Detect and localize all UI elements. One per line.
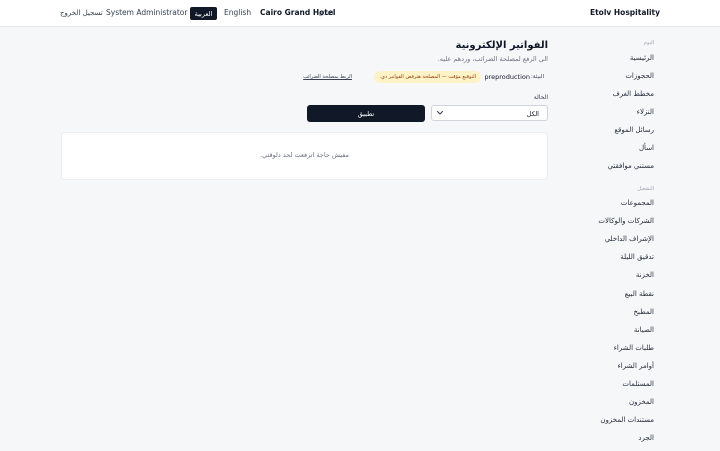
environment-value: preproduction xyxy=(484,73,530,81)
sidebar-item-pos[interactable]: نقطة البيع xyxy=(625,290,654,298)
chevron-down-icon xyxy=(436,110,444,115)
status-filter-select[interactable]: الكل xyxy=(431,105,548,121)
sidebar-section-operations: التشغيل xyxy=(637,186,654,192)
hotel-name[interactable]: Cairo Grand Hotel xyxy=(260,8,336,17)
sidebar-section-today: اليوم xyxy=(643,40,654,46)
status-filter-value: الكل xyxy=(526,110,539,118)
sidebar-item-maintenance[interactable]: الصيانة xyxy=(634,326,654,334)
sidebar-item-purchase-requests[interactable]: طلبات الشراء xyxy=(614,344,654,352)
sidebar-item-guests[interactable]: النزلاء xyxy=(637,108,654,116)
sidebar-item-inventory-documents[interactable]: مستندات المخزون xyxy=(600,416,654,424)
sidebar-item-companies[interactable]: الشركات والوكالات xyxy=(598,217,654,225)
sidebar-item-cashier[interactable]: الخزنة xyxy=(636,271,654,279)
sidebar-item-receipts[interactable]: المستلمات xyxy=(622,380,654,388)
page-title: الفواتير الإلكترونية xyxy=(455,40,548,51)
top-bar: Etolv Hospitality الفندق Cairo Grand Hot… xyxy=(0,0,720,27)
sidebar-item-night-audit[interactable]: تدقيق الليلة xyxy=(620,253,654,261)
warning-badge: التوقيع مؤقت — المصلحة هترفض الفواتير دي… xyxy=(374,71,481,83)
sidebar-item-reservations[interactable]: الحجوزات xyxy=(625,72,654,80)
brand-name[interactable]: Etolv Hospitality xyxy=(590,8,660,17)
sidebar-item-inventory[interactable]: المخزون xyxy=(629,398,654,406)
sidebar: اليوم الرئيسية الحجوزات مخطط الغرف النزل… xyxy=(550,27,660,451)
language-english-button[interactable]: English xyxy=(224,8,251,17)
sidebar-item-kitchen[interactable]: المطبخ xyxy=(634,308,655,316)
main-content: الفواتير الإلكترونية الى الرفع لمصلحة ال… xyxy=(60,27,550,451)
empty-state-card: مفيش حاجة اترفعت لحد دلوقتي. xyxy=(61,132,548,180)
user-name: System Administrator xyxy=(106,8,188,17)
sidebar-item-groups[interactable]: المجموعات xyxy=(621,199,654,207)
environment-label: البيئة: xyxy=(531,74,544,80)
sidebar-item-room-chart[interactable]: مخطط الغرف xyxy=(613,90,654,98)
empty-state-text: مفيش حاجة اترفعت لحد دلوقتي. xyxy=(260,151,349,159)
sidebar-item-site-messages[interactable]: رسائل الموقع xyxy=(614,126,654,134)
tax-authority-link[interactable]: الربط بمصلحة الضرائب xyxy=(303,74,352,80)
page-subtitle: الى الرفع لمصلحة الضرائب، وردهم عليه. xyxy=(437,55,548,63)
sidebar-item-housekeeping[interactable]: الإشراف الداخلي xyxy=(605,235,654,243)
sidebar-item-pending-approval[interactable]: مستني موافقتي xyxy=(608,162,654,170)
sidebar-item-ask[interactable]: اسأل xyxy=(639,144,654,152)
sidebar-item-stocktake[interactable]: الجرد xyxy=(638,434,654,442)
sidebar-item-purchase-orders[interactable]: أوامر الشراء xyxy=(617,362,654,370)
logout-link[interactable]: تسجيل الخروج xyxy=(60,9,103,17)
language-arabic-button[interactable]: العربية xyxy=(190,7,217,20)
apply-button[interactable]: تطبيق xyxy=(307,105,425,122)
sidebar-item-home[interactable]: الرئيسية xyxy=(630,54,654,62)
status-filter-label: الحالة xyxy=(533,94,548,101)
